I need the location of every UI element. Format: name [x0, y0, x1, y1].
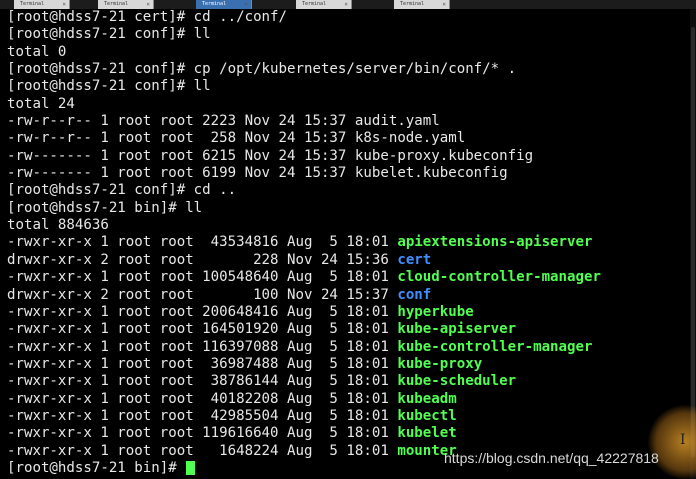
tab-label: Terminal: [104, 1, 129, 7]
line-text: total 0: [7, 43, 67, 60]
terminal-line: [root@hdss7-21 conf]# cp /opt/kubernetes…: [7, 61, 687, 78]
close-icon[interactable]: ×: [62, 0, 66, 9]
terminal-line: -rwxr-xr-x 1 root root 116397088 Aug 5 1…: [7, 339, 687, 356]
terminal-line: [root@hdss7-21 cert]# cd ../conf/: [7, 9, 687, 26]
line-text: total 884636: [7, 217, 109, 234]
close-icon[interactable]: ×: [244, 0, 248, 9]
line-text: -rw-r--r-- 1 root root 2223 Nov 24 15:37…: [7, 113, 440, 130]
terminal-line: [root@hdss7-21 conf]# cd ..: [7, 182, 687, 199]
watermark: https://blog.csdn.net/qq_42227818: [444, 450, 659, 466]
text-ibeam-icon: I: [680, 432, 686, 448]
tab-label: Terminal: [20, 1, 45, 7]
line-text: [root@hdss7-21 cert]# cd ../conf/: [7, 9, 288, 25]
tab-label: Terminal: [400, 1, 425, 7]
terminal-tab-bar: Terminal × Terminal × Terminal × Termina…: [0, 0, 696, 9]
executable-name: kube-apiserver: [397, 321, 517, 338]
line-text: [root@hdss7-21 bin]# ll: [7, 199, 203, 216]
terminal-line: [root@hdss7-21 conf]# ll: [7, 26, 687, 43]
line-text: -rw------- 1 root root 6215 Nov 24 15:37…: [7, 147, 534, 164]
close-icon[interactable]: ×: [344, 0, 348, 9]
terminal-line: -rw------- 1 root root 6199 Nov 24 15:37…: [7, 165, 687, 182]
line-text: [root@hdss7-21 conf]# ll: [7, 78, 211, 95]
terminal-line: total 884636: [7, 217, 687, 234]
executable-name: apiextensions-apiserver: [397, 234, 593, 251]
line-text: -rw-r--r-- 1 root root 258 Nov 24 15:37 …: [7, 130, 466, 147]
terminal-tab[interactable]: Terminal ×: [14, 0, 70, 9]
line-text: -rwxr-xr-x 1 root root 200648416 Aug 5 1…: [7, 303, 398, 320]
executable-name: kubelet: [397, 425, 457, 442]
terminal-line: -rwxr-xr-x 1 root root 100548640 Aug 5 1…: [7, 269, 687, 286]
line-text: -rw------- 1 root root 6199 Nov 24 15:37…: [7, 165, 508, 182]
terminal-line: -rwxr-xr-x 1 root root 36987488 Aug 5 18…: [7, 356, 687, 373]
line-text: -rwxr-xr-x 1 root root 38786144 Aug 5 18…: [7, 373, 398, 390]
terminal-tab[interactable]: Terminal ×: [98, 0, 154, 9]
scrollbar-thumb[interactable]: [691, 27, 695, 457]
executable-name: kube-scheduler: [397, 373, 517, 390]
directory-name: cert: [397, 251, 432, 268]
terminal-tab[interactable]: Terminal ×: [296, 0, 352, 9]
executable-name: kube-controller-manager: [397, 338, 593, 355]
terminal-line: total 0: [7, 44, 687, 61]
line-text: [root@hdss7-21 conf]# ll: [7, 26, 211, 43]
terminal-line: -rwxr-xr-x 1 root root 42985504 Aug 5 18…: [7, 408, 687, 425]
line-text: -rwxr-xr-x 1 root root 40182208 Aug 5 18…: [7, 390, 398, 407]
terminal-line: total 24: [7, 96, 687, 113]
executable-name: kube-proxy: [397, 355, 483, 372]
terminal-line: -rwxr-xr-x 1 root root 164501920 Aug 5 1…: [7, 321, 687, 338]
terminal-output[interactable]: [root@hdss7-21 cert]# cd ../conf/[root@h…: [7, 9, 687, 477]
line-text: -rwxr-xr-x 1 root root 116397088 Aug 5 1…: [7, 338, 398, 355]
line-text: [root@hdss7-21 conf]# cd ..: [7, 182, 237, 199]
terminal-line: -rwxr-xr-x 1 root root 38786144 Aug 5 18…: [7, 373, 687, 390]
close-icon[interactable]: ×: [146, 0, 150, 9]
terminal-line: drwxr-xr-x 2 root root 228 Nov 24 15:36 …: [7, 252, 687, 269]
terminal-line: -rwxr-xr-x 1 root root 40182208 Aug 5 18…: [7, 391, 687, 408]
executable-name: cloud-controller-manager: [397, 269, 601, 286]
terminal-line: -rw------- 1 root root 6215 Nov 24 15:37…: [7, 148, 687, 165]
terminal-tab-active[interactable]: Terminal ×: [196, 0, 252, 9]
line-text: -rwxr-xr-x 1 root root 36987488 Aug 5 18…: [7, 355, 398, 372]
terminal-line: drwxr-xr-x 2 root root 100 Nov 24 15:37 …: [7, 287, 687, 304]
line-text: -rwxr-xr-x 1 root root 164501920 Aug 5 1…: [7, 321, 398, 338]
close-icon[interactable]: ×: [442, 0, 446, 9]
line-text: [root@hdss7-21 bin]#: [7, 459, 186, 476]
executable-name: hyperkube: [397, 303, 474, 320]
terminal-line: -rwxr-xr-x 1 root root 200648416 Aug 5 1…: [7, 304, 687, 321]
tab-label: Terminal: [302, 1, 327, 7]
tab-label: Terminal: [202, 1, 227, 7]
directory-name: conf: [397, 286, 432, 303]
line-text: drwxr-xr-x 2 root root 100 Nov 24 15:37: [7, 286, 398, 303]
executable-name: kubeadm: [397, 390, 457, 407]
terminal-tab[interactable]: Terminal ×: [394, 0, 450, 9]
line-text: -rwxr-xr-x 1 root root 42985504 Aug 5 18…: [7, 407, 398, 424]
terminal-line: -rwxr-xr-x 1 root root 119616640 Aug 5 1…: [7, 425, 687, 442]
terminal-line: -rwxr-xr-x 1 root root 43534816 Aug 5 18…: [7, 234, 687, 251]
terminal-line: -rw-r--r-- 1 root root 258 Nov 24 15:37 …: [7, 130, 687, 147]
terminal-line: [root@hdss7-21 bin]# ll: [7, 200, 687, 217]
line-text: -rwxr-xr-x 1 root root 1648224 Aug 5 18:…: [7, 442, 398, 459]
line-text: -rwxr-xr-x 1 root root 100548640 Aug 5 1…: [7, 269, 398, 286]
line-text: -rwxr-xr-x 1 root root 119616640 Aug 5 1…: [7, 425, 398, 442]
line-text: -rwxr-xr-x 1 root root 43534816 Aug 5 18…: [7, 234, 398, 251]
line-text: total 24: [7, 95, 75, 112]
line-text: drwxr-xr-x 2 root root 228 Nov 24 15:36: [7, 251, 398, 268]
terminal-line: -rw-r--r-- 1 root root 2223 Nov 24 15:37…: [7, 113, 687, 130]
terminal-line: [root@hdss7-21 conf]# ll: [7, 78, 687, 95]
terminal-cursor: [186, 460, 196, 475]
executable-name: kubectl: [397, 407, 457, 424]
line-text: [root@hdss7-21 conf]# cp /opt/kubernetes…: [7, 61, 517, 78]
